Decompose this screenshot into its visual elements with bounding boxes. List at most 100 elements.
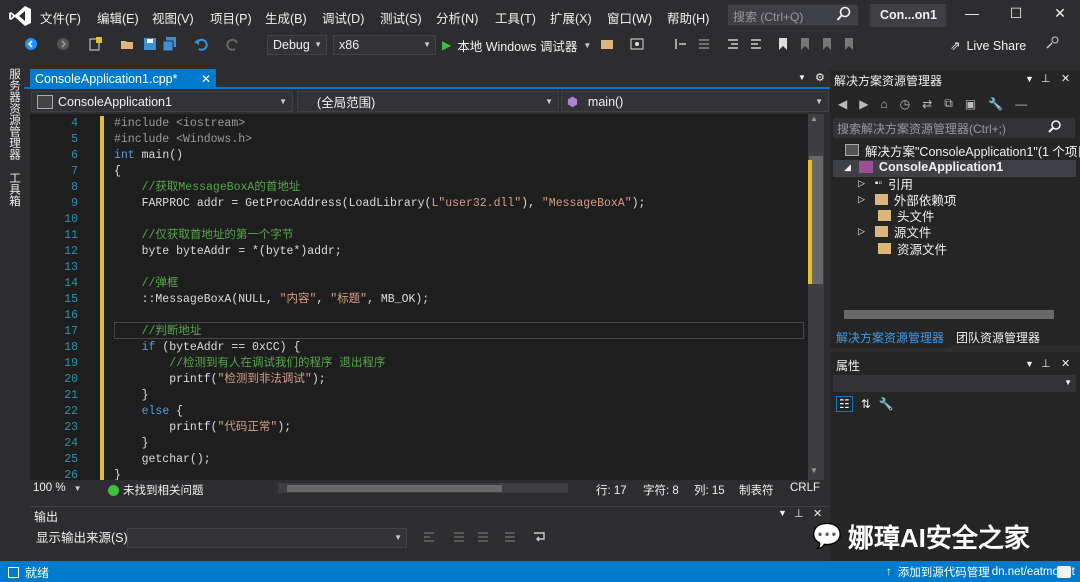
word-wrap-icon[interactable] <box>532 530 546 544</box>
undo-icon[interactable] <box>194 37 208 51</box>
source-control-button[interactable]: ↑ 添加到源代码管理 dn.net/ eatmount <box>886 564 1075 580</box>
eol-indicator[interactable]: CRLF <box>790 482 820 494</box>
props-close-icon[interactable]: ✕ <box>1061 357 1070 370</box>
minimize-button[interactable]: — <box>962 5 982 25</box>
props-menu-icon[interactable]: ▼ <box>1025 359 1034 369</box>
tab-solution-explorer[interactable]: 解决方案资源管理器 <box>830 326 951 348</box>
open-folder-icon[interactable] <box>120 37 134 51</box>
bookmark-prev-icon[interactable] <box>798 37 812 51</box>
start-debugging-button[interactable]: ▶ 本地 Windows 调试器 ▼ <box>442 35 591 55</box>
close-tab-icon[interactable]: ✕ <box>201 72 211 86</box>
redo-icon[interactable] <box>226 37 240 51</box>
bookmark-next-icon[interactable] <box>820 37 834 51</box>
se-properties-icon[interactable]: 🔧 <box>988 97 1003 111</box>
pin-icon[interactable]: ⊥ <box>794 507 804 520</box>
scroll-up-icon[interactable]: ▲ <box>810 114 818 123</box>
tab-consoleapplication1-cpp[interactable]: ConsoleApplication1.cpp* ✕ <box>30 69 216 89</box>
tab-list-icon[interactable]: ▼ <box>798 73 806 82</box>
solution-search-input[interactable]: 搜索解决方案资源管理器(Ctrl+;) <box>833 118 1075 138</box>
tree-project[interactable]: ◢ ConsoleApplication1 <box>844 159 1003 175</box>
scope-dropdown[interactable]: (全局范围) ▼ <box>297 91 559 112</box>
se-menu-icon[interactable]: ▼ <box>1025 74 1034 84</box>
clear-all-icon[interactable] <box>503 530 517 544</box>
zoom-select[interactable]: 100 % ▼ <box>33 482 82 494</box>
comment-icon[interactable] <box>726 37 740 51</box>
output-menu-icon[interactable]: ▼ <box>778 508 787 518</box>
forward-icon[interactable] <box>56 37 70 51</box>
settings-icon[interactable]: ⚙ <box>815 71 825 84</box>
menu-item[interactable]: 项目(P) <box>210 8 252 27</box>
categorized-icon[interactable]: ☷ <box>836 396 853 412</box>
tree-solution[interactable]: 解决方案"ConsoleApplication1"(1 个项目 <box>845 142 1080 159</box>
menu-item[interactable]: 分析(N) <box>436 8 478 27</box>
se-close-icon[interactable]: ✕ <box>1061 72 1070 85</box>
se-back-icon[interactable]: ◀ <box>838 97 847 111</box>
horizontal-scroll-thumb[interactable] <box>287 485 502 492</box>
screenshot-icon[interactable] <box>630 37 644 51</box>
save-icon[interactable] <box>143 37 157 51</box>
menu-item[interactable]: 测试(S) <box>380 8 422 27</box>
menu-item[interactable]: 文件(F) <box>40 8 81 27</box>
collapsed-arrow-icon[interactable]: ▷ <box>858 226 865 237</box>
menu-item[interactable]: 窗口(W) <box>607 8 652 27</box>
format-icon[interactable] <box>697 37 711 51</box>
save-all-icon[interactable] <box>162 37 177 52</box>
tabs-indicator[interactable]: 制表符 <box>739 482 774 498</box>
issues-indicator[interactable]: 未找到相关问题 <box>108 482 204 498</box>
menu-item[interactable]: 帮助(H) <box>667 8 709 27</box>
collapsed-arrow-icon[interactable]: ▷ <box>858 178 865 189</box>
property-pages-icon[interactable]: 🔧 <box>879 397 894 411</box>
se-search-icon[interactable] <box>1048 120 1062 137</box>
platform-select[interactable]: x86 ▼ <box>333 35 436 55</box>
output-source-select[interactable]: ▼ <box>127 528 407 548</box>
server-explorer-tab[interactable]: 服务器资源管理器 <box>6 68 22 160</box>
uncomment-icon[interactable] <box>749 37 763 51</box>
maximize-button[interactable]: ☐ <box>1006 5 1026 25</box>
tree-item-resource-files[interactable]: 资源文件 <box>878 240 947 257</box>
live-share-button[interactable]: ⇗ Live Share <box>950 38 1026 54</box>
se-sync-icon[interactable]: ⇄ <box>922 97 932 111</box>
se-preview-icon[interactable]: — <box>1015 97 1027 111</box>
tree-item-source-files[interactable]: ▷ 源文件 <box>858 223 931 240</box>
menu-item[interactable]: 视图(V) <box>152 8 194 27</box>
bookmark-icon[interactable] <box>776 37 790 51</box>
code-text: #include <Windows.h> <box>114 133 253 146</box>
se-history-icon[interactable]: ◷ <box>900 97 910 111</box>
properties-object-select[interactable]: ▼ <box>833 375 1076 392</box>
menu-item[interactable]: 生成(B) <box>265 8 307 27</box>
menu-item[interactable]: 编辑(E) <box>97 8 139 27</box>
menu-item[interactable]: 工具(T) <box>495 8 536 27</box>
find-message-icon[interactable] <box>422 530 436 544</box>
se-pin-icon[interactable]: ⊥ <box>1041 72 1051 85</box>
toolbox-tab[interactable]: 工具箱 <box>6 172 22 207</box>
back-icon[interactable] <box>24 37 38 51</box>
scroll-down-icon[interactable]: ▼ <box>810 466 818 475</box>
collapsed-arrow-icon[interactable]: ▷ <box>858 194 865 205</box>
code-editor[interactable]: 4 #include <iostream> 5 #include <Windows.h… <box>30 114 808 480</box>
menu-item[interactable]: 扩展(X) <box>550 8 592 27</box>
configuration-select[interactable]: Debug ▼ <box>267 35 327 55</box>
feedback-icon[interactable] <box>1046 35 1060 49</box>
bookmark-clear-icon[interactable] <box>842 37 856 51</box>
tab-team-explorer[interactable]: 团队资源管理器 <box>950 327 1046 348</box>
close-button[interactable]: ✕ <box>1050 5 1070 25</box>
prev-message-icon[interactable] <box>452 530 466 544</box>
project-dropdown[interactable]: ConsoleApplication1 ▼ <box>31 91 293 112</box>
se-collapse-icon[interactable]: ⧉ <box>944 96 953 111</box>
se-home-icon[interactable]: ⌂ <box>880 97 887 111</box>
next-message-icon[interactable] <box>476 530 490 544</box>
se-forward-icon[interactable]: ▶ <box>859 97 868 111</box>
menu-item[interactable]: 调试(D) <box>322 8 364 27</box>
browse-icon[interactable] <box>600 37 614 51</box>
se-hscroll-thumb[interactable] <box>844 310 1054 319</box>
chevron-down-icon[interactable]: ▼ <box>583 41 591 50</box>
notification-icon[interactable] <box>1057 566 1071 578</box>
props-pin-icon[interactable]: ⊥ <box>1041 357 1051 370</box>
expanded-arrow-icon[interactable]: ◢ <box>844 162 851 173</box>
step-icon[interactable] <box>674 37 688 51</box>
alphabetical-icon[interactable]: ⇅ <box>861 397 871 411</box>
new-project-icon[interactable] <box>88 37 102 51</box>
member-dropdown[interactable]: ⬢ main() ▼ <box>561 91 829 112</box>
se-showall-icon[interactable]: ▣ <box>965 97 976 111</box>
search-icon[interactable] <box>836 6 852 22</box>
